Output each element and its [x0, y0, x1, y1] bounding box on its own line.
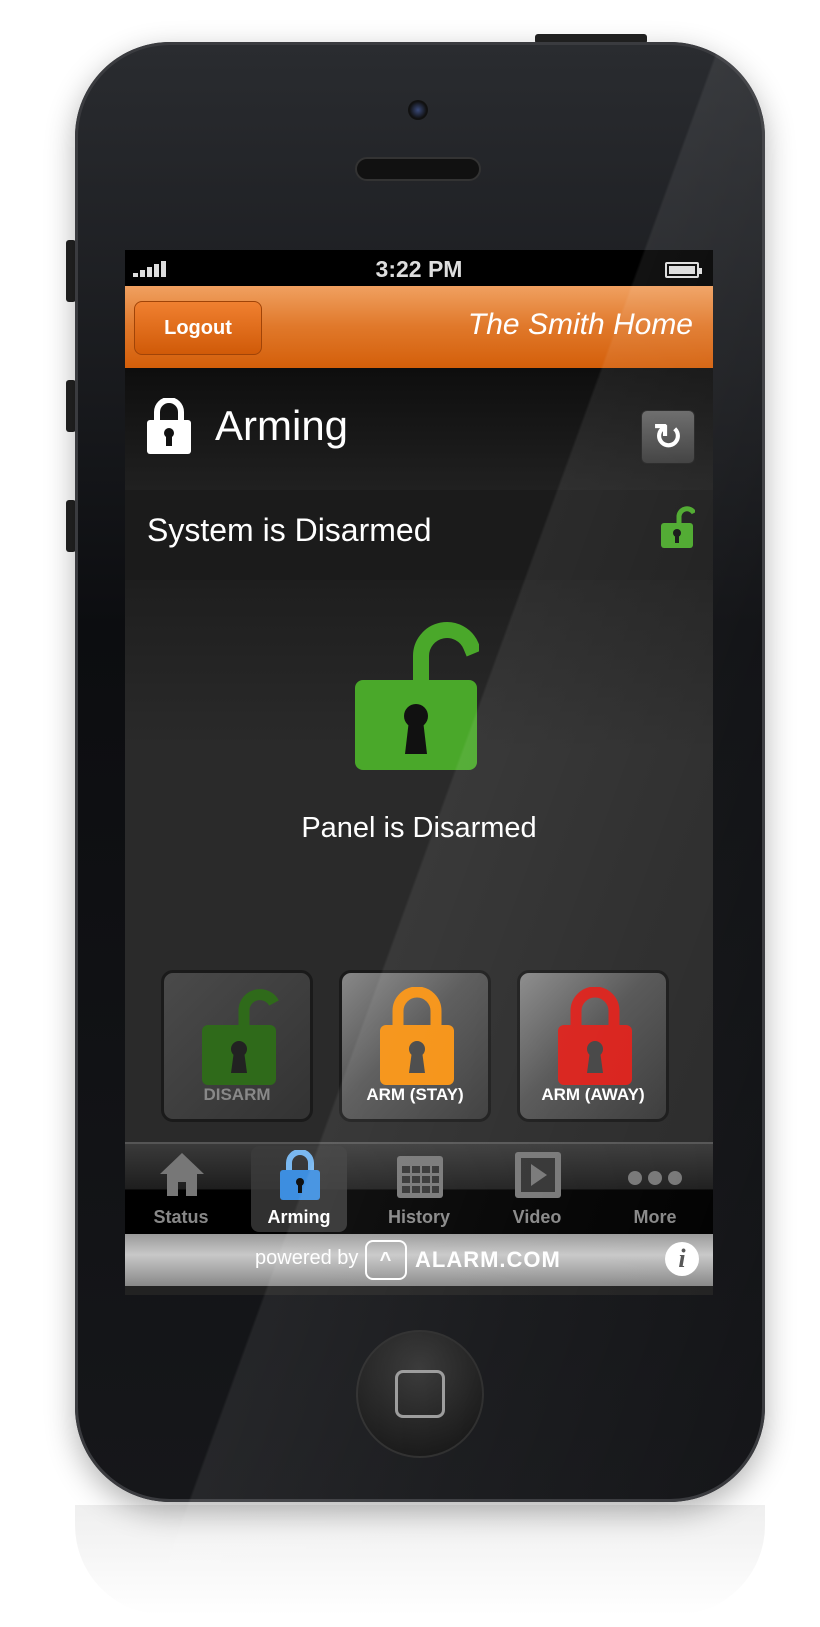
tab-label: History	[387, 1207, 450, 1227]
speaker	[355, 157, 481, 181]
arming-panel: Panel is Disarmed DISARM ARM (STAY) ARM …	[125, 580, 713, 1142]
disarm-lock-icon	[202, 989, 279, 1085]
alarm-com-logo: ^ ALARM.COM	[365, 1240, 561, 1280]
tab-video[interactable]: Video	[489, 1146, 585, 1232]
footer: powered by ^ ALARM.COM i	[125, 1234, 713, 1286]
tab-status[interactable]: Status	[133, 1146, 229, 1232]
disarm-button[interactable]: DISARM	[161, 970, 313, 1122]
page-title: Arming	[215, 402, 349, 449]
unlocked-status-icon	[661, 506, 695, 548]
disarm-label: DISARM	[203, 1085, 271, 1104]
tab-label: Status	[153, 1207, 209, 1227]
status-bar: 3:22 PM	[125, 250, 713, 286]
system-status-text: System is Disarmed	[147, 512, 432, 548]
screen: 3:22 PM Logout The Smith Home Arming ↻ S…	[125, 250, 713, 1295]
arm-away-button[interactable]: ARM (AWAY)	[517, 970, 669, 1122]
battery-icon	[665, 262, 702, 278]
phone-reflection	[75, 1505, 765, 1615]
more-icon	[628, 1171, 682, 1185]
app-header: Logout The Smith Home	[125, 286, 713, 368]
home-name: The Smith Home	[467, 308, 693, 341]
tab-label: Video	[512, 1207, 562, 1227]
lock-icon	[147, 398, 191, 454]
arm-away-lock-icon	[558, 987, 632, 1085]
info-button[interactable]: i	[665, 1242, 699, 1276]
large-unlocked-icon	[355, 622, 479, 770]
camera	[408, 100, 428, 120]
powered-by-text: powered by	[255, 1247, 359, 1269]
tab-arming[interactable]: Arming	[251, 1146, 347, 1232]
section-header: Arming ↻	[125, 368, 713, 490]
tab-more[interactable]: More	[607, 1146, 703, 1232]
lock-icon	[280, 1150, 320, 1200]
arm-stay-lock-icon	[380, 987, 454, 1085]
panel-status-text: Panel is Disarmed	[301, 812, 537, 844]
arm-stay-button[interactable]: ARM (STAY)	[339, 970, 491, 1122]
home-icon	[160, 1153, 204, 1196]
home-square-icon	[395, 1370, 445, 1418]
play-icon	[515, 1152, 561, 1198]
clock: 3:22 PM	[375, 256, 463, 282]
calendar-icon	[397, 1156, 443, 1198]
brand-name: ALARM.COM	[415, 1247, 561, 1272]
refresh-icon: ↻	[652, 416, 684, 457]
refresh-button[interactable]: ↻	[641, 410, 695, 464]
tab-history[interactable]: History	[371, 1146, 467, 1232]
arm-stay-label: ARM (STAY)	[366, 1085, 464, 1104]
arm-away-label: ARM (AWAY)	[541, 1085, 645, 1104]
logout-button[interactable]: Logout	[134, 301, 262, 355]
tab-bar: Status Arming History Video More	[125, 1142, 713, 1234]
system-status-row: System is Disarmed	[125, 490, 713, 580]
tab-label: Arming	[267, 1207, 331, 1227]
tab-label: More	[633, 1207, 677, 1227]
alarm-logo-icon: ^	[365, 1240, 407, 1280]
